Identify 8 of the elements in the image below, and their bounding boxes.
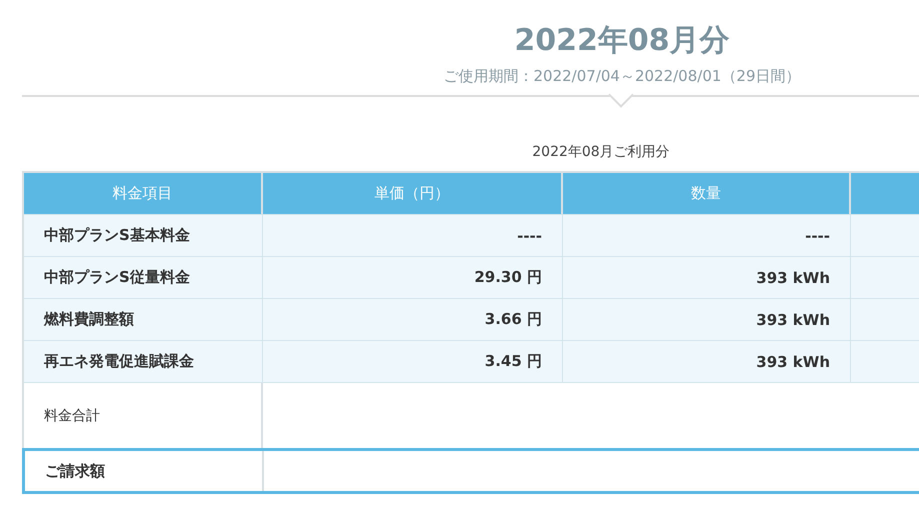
- total-label-cell: 料金合計: [24, 383, 263, 448]
- quantity-cell: 393 kWh: [563, 341, 851, 382]
- billing-label-cell: ご請求額: [25, 451, 264, 491]
- table-caption: 2022年08月ご利用分: [532, 143, 670, 162]
- fee-item-cell: 再エネ発電促進賦課金: [24, 341, 263, 382]
- page-title: 2022年08月分: [514, 22, 730, 60]
- usage-period: ご使用期間：2022/07/04～2022/08/01（29日間）: [444, 66, 800, 86]
- unit-price-cell: 3.45 円: [263, 341, 563, 382]
